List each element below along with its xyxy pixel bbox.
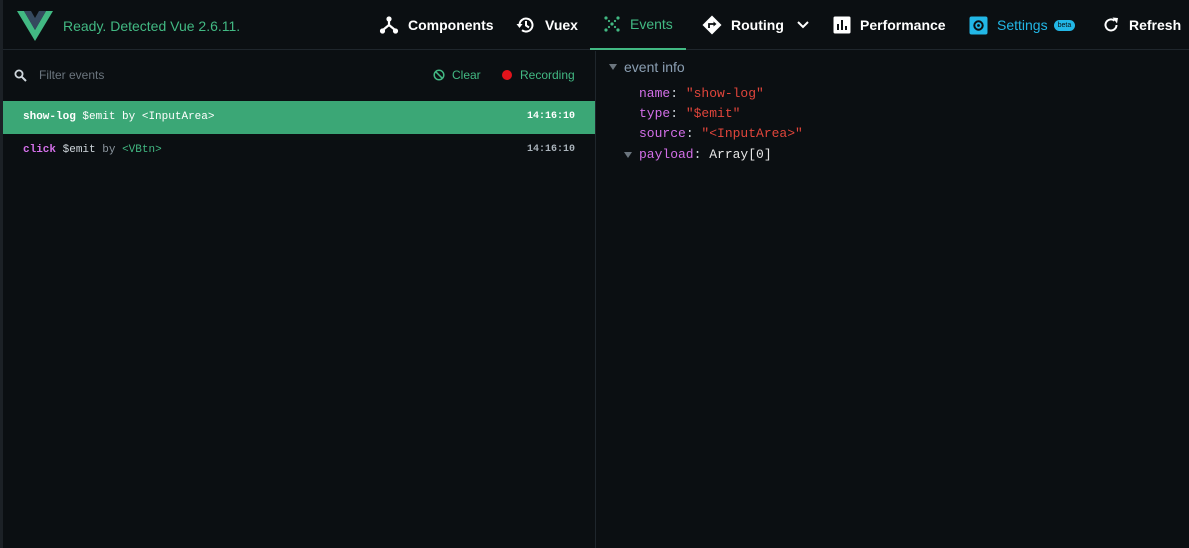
tab-performance[interactable]: Performance — [833, 0, 946, 50]
tab-events-label: Events — [630, 16, 673, 32]
filter-events-input[interactable] — [39, 65, 339, 85]
event-row[interactable]: show-log $emit by <InputArea> 14:16:10 — [3, 101, 595, 134]
tab-settings[interactable]: Settings beta — [969, 0, 1076, 50]
expand-triangle-icon — [624, 151, 632, 158]
prop-key: name — [639, 86, 671, 101]
tab-vuex-label: Vuex — [545, 17, 578, 33]
prop-key: payload — [639, 147, 694, 162]
search-icon — [14, 69, 27, 82]
component-tree-icon — [379, 16, 399, 34]
event-info-title: event info — [624, 59, 685, 75]
block-icon — [433, 69, 445, 81]
prop-name: name: "show-log" — [639, 86, 764, 101]
event-list: show-log $emit by <InputArea> 14:16:10 c… — [3, 101, 595, 167]
payload-text: payload: Array[0] — [639, 147, 772, 162]
event-type: $emit — [82, 111, 116, 123]
prop-value: "<InputArea>" — [701, 126, 803, 141]
event-time: 14:16:10 — [526, 144, 575, 155]
prop-payload[interactable]: payload: Array[0] — [624, 147, 772, 162]
bar-chart-icon — [833, 16, 851, 34]
refresh-button[interactable]: Refresh — [1102, 0, 1181, 50]
event-description: click $emit by <VBtn> — [23, 144, 162, 156]
chevron-down-icon — [797, 21, 809, 29]
history-icon — [516, 17, 534, 33]
prop-value: "$emit" — [685, 106, 741, 121]
event-info-pane: event info name: "show-log" type: "$emit… — [597, 51, 1189, 548]
event-info-header[interactable]: event info — [609, 59, 685, 75]
event-time: 14:16:10 — [526, 111, 575, 122]
tab-settings-label: Settings — [997, 17, 1048, 33]
top-bar: Ready. Detected Vue 2.6.11. Components V… — [3, 0, 1189, 50]
events-list-pane: Clear Recording show-log $emit by <Input… — [3, 51, 596, 548]
tab-vuex[interactable]: Vuex — [516, 0, 578, 50]
event-name: click — [23, 144, 57, 156]
tab-routing[interactable]: Routing — [702, 0, 809, 50]
event-row[interactable]: click $emit by <VBtn> 14:16:10 — [3, 134, 595, 167]
recording-toggle[interactable]: Recording — [502, 68, 575, 82]
event-description: show-log $emit by <InputArea> — [23, 111, 214, 123]
prop-type: type: "$emit" — [639, 106, 741, 121]
gear-icon — [969, 16, 988, 34]
status-text: Ready. Detected Vue 2.6.11. — [63, 18, 241, 34]
filter-bar: Clear Recording — [3, 51, 596, 99]
event-type: $emit — [62, 144, 96, 156]
event-by: by — [102, 144, 116, 156]
recording-label: Recording — [520, 68, 575, 82]
vue-devtools-window: Ready. Detected Vue 2.6.11. Components V… — [0, 0, 1189, 548]
events-dots-icon — [604, 16, 620, 32]
record-dot-icon — [502, 70, 512, 80]
collapse-triangle-icon — [609, 64, 617, 70]
routing-diamond-icon — [702, 15, 722, 35]
tab-components[interactable]: Components — [379, 0, 494, 50]
event-component: <VBtn> — [122, 144, 162, 156]
prop-value: Array[0] — [709, 147, 772, 162]
tab-performance-label: Performance — [860, 17, 946, 33]
tab-routing-label: Routing — [731, 17, 784, 33]
prop-key: source — [639, 126, 686, 141]
refresh-icon — [1104, 17, 1118, 32]
clear-button[interactable]: Clear — [433, 68, 481, 82]
tab-components-label: Components — [408, 17, 494, 33]
prop-value: "show-log" — [685, 86, 764, 101]
vue-logo — [17, 11, 53, 41]
tab-events[interactable]: Events — [590, 0, 686, 50]
event-component: <InputArea> — [141, 111, 215, 123]
refresh-label: Refresh — [1129, 17, 1182, 33]
event-name: show-log — [23, 111, 76, 123]
prop-source: source: "<InputArea>" — [639, 126, 803, 141]
event-by: by — [122, 111, 136, 123]
beta-badge: beta — [1053, 19, 1076, 31]
prop-key: type — [639, 106, 671, 121]
clear-label: Clear — [452, 68, 481, 82]
